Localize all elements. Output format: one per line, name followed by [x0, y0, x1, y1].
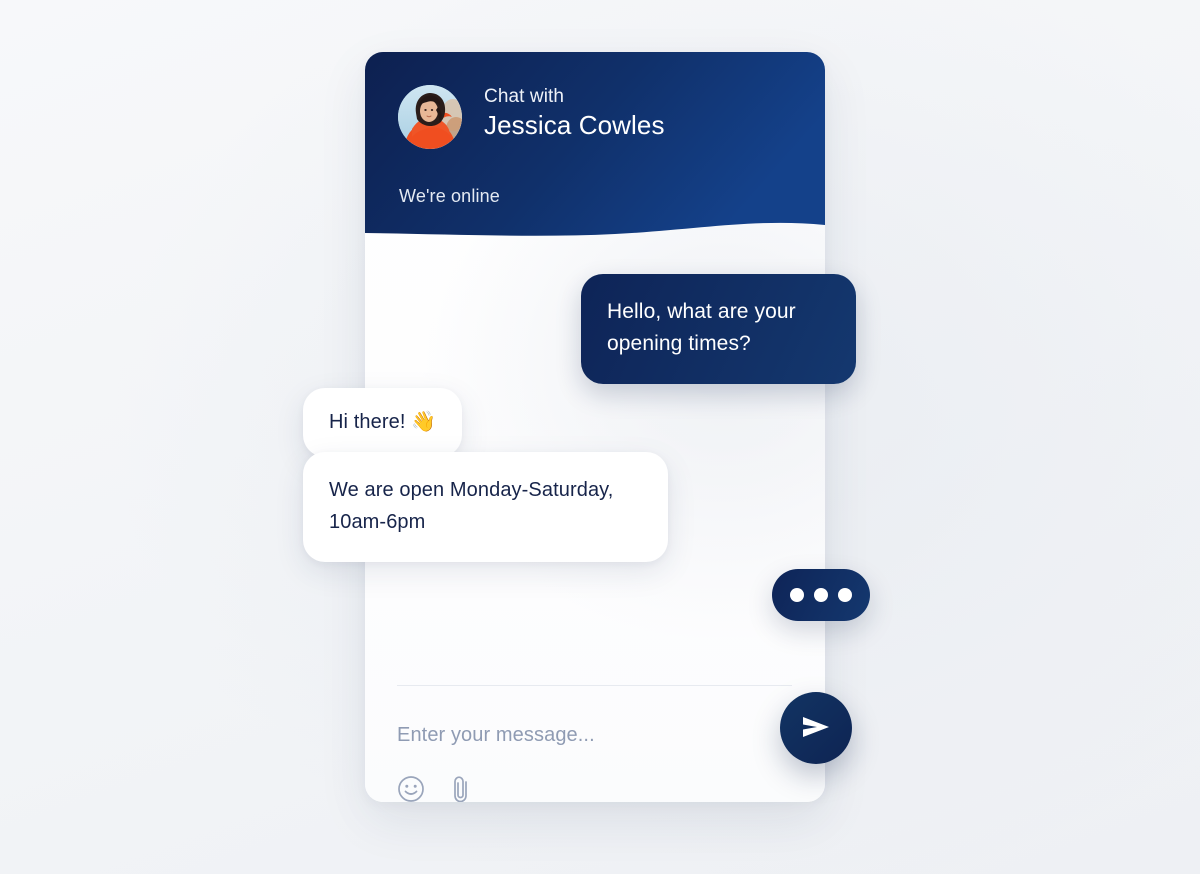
- vertical-dots-icon[interactable]: [715, 100, 739, 130]
- header-titles: Chat with Jessica Cowles: [484, 85, 714, 142]
- message-input[interactable]: [397, 724, 727, 747]
- typing-dot: [814, 588, 828, 602]
- typing-indicator: [772, 569, 870, 621]
- send-button[interactable]: [780, 692, 852, 764]
- avatar-photo: [398, 85, 462, 149]
- message-bubble-incoming: Hi there! 👋: [303, 388, 463, 457]
- chat-header: Chat with Jessica Cowles We're online: [365, 52, 825, 252]
- header-content: Chat with Jessica Cowles We're online: [365, 52, 825, 242]
- message-composer: [365, 642, 825, 802]
- paperclip-icon[interactable]: [448, 774, 474, 802]
- typing-dot: [838, 588, 852, 602]
- message-bubble-outgoing: Hello, what are your opening times?: [581, 274, 856, 384]
- chat-with-label: Chat with: [484, 86, 565, 107]
- emoji-smiley-icon[interactable]: [397, 775, 425, 802]
- typing-dot: [790, 588, 804, 602]
- agent-name: Jessica Cowles: [484, 110, 665, 140]
- composer-divider: [397, 685, 792, 686]
- close-icon[interactable]: [763, 99, 793, 129]
- message-bubble-incoming: We are open Monday-Saturday, 10am-6pm: [303, 452, 668, 562]
- send-paper-plane-icon: [799, 710, 833, 747]
- online-status: We're online: [399, 186, 500, 206]
- avatar: [398, 85, 462, 149]
